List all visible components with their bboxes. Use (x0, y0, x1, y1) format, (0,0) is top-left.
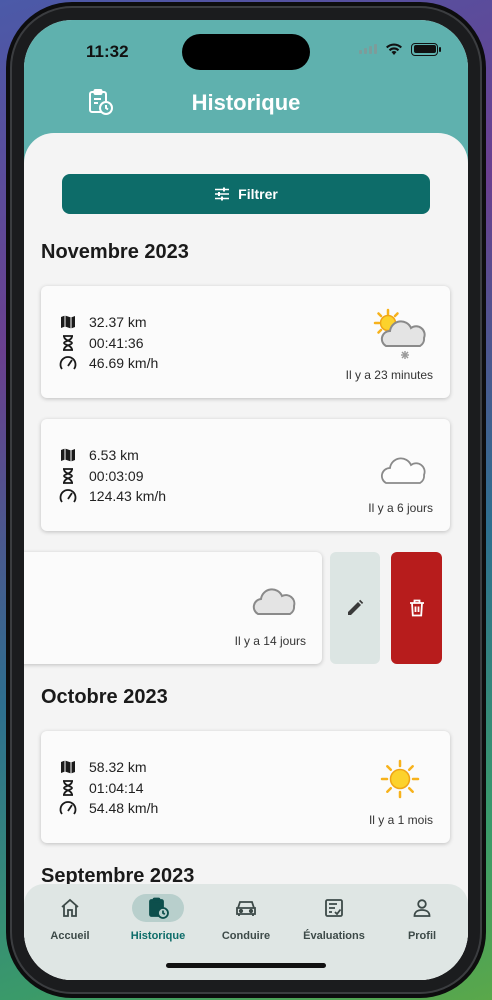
status-time: 11:32 (86, 42, 129, 61)
tune-icon (215, 187, 230, 201)
map-icon (59, 758, 77, 776)
dynamic-island (182, 34, 310, 70)
battery-icon (411, 42, 441, 56)
nav-item-historique[interactable]: Historique (114, 884, 202, 954)
trip-distance: 32.37 km (89, 314, 147, 331)
trip-duration: 01:04:14 (89, 779, 144, 796)
edit-trip-button[interactable] (330, 552, 380, 664)
filter-button[interactable]: Filtrer (62, 174, 430, 214)
nav-item-evaluations[interactable]: Évaluations (290, 884, 378, 954)
home-indicator[interactable] (166, 963, 326, 968)
wifi-icon (386, 43, 402, 55)
trip-card[interactable]: 32.37 km 00:41:36 46.69 km/h Il y a 23 m… (41, 286, 450, 398)
cellular-signal-icon (359, 44, 377, 54)
page-title: Historique (191, 90, 301, 115)
moon-cloud-icon (372, 437, 432, 492)
hourglass-icon (59, 334, 77, 352)
trip-distance: 58.32 km (89, 759, 147, 776)
trip-speed: 54.48 km/h (89, 800, 159, 817)
trip-distance: 6.53 km (89, 447, 139, 464)
nav-item-accueil[interactable]: Accueil (26, 884, 114, 954)
trip-card-swiped[interactable]: Il y a 14 jours (24, 552, 322, 664)
cloud-icon (248, 582, 298, 623)
trip-time-ago: Il y a 23 minutes (345, 368, 433, 382)
nav-item-profil[interactable]: Profil (378, 884, 466, 954)
trip-speed: 46.69 km/h (89, 355, 159, 372)
sun-cloud-snow-icon (370, 308, 430, 367)
filter-label: Filtrer (238, 186, 278, 202)
delete-icon (409, 599, 424, 617)
month-heading: Octobre 2023 (41, 686, 168, 708)
person-icon (396, 894, 448, 922)
map-icon (59, 313, 77, 331)
checklist-icon (308, 894, 360, 922)
nav-label: Conduire (221, 930, 271, 942)
speedometer-icon (59, 487, 77, 505)
delete-trip-button[interactable] (391, 552, 442, 664)
app-screen: 11:32 Historique Filtrer Novembre 2023 3… (24, 20, 468, 980)
trip-time-ago: Il y a 6 jours (368, 501, 433, 515)
hourglass-icon (59, 779, 77, 797)
clipboard-clock-icon (132, 894, 184, 922)
car-icon (220, 894, 272, 922)
month-heading: Novembre 2023 (41, 241, 189, 263)
trip-duration: 00:03:09 (89, 467, 144, 484)
nav-label: Historique (130, 930, 186, 942)
speedometer-icon (59, 799, 77, 817)
sun-icon (380, 759, 420, 804)
status-icons (359, 42, 441, 56)
trip-speed: 124.43 km/h (89, 488, 167, 505)
nav-label: Évaluations (303, 930, 365, 942)
nav-label: Accueil (50, 930, 90, 942)
trip-card[interactable]: 58.32 km 01:04:14 54.48 km/h Il y a 1 mo… (41, 731, 450, 843)
edit-icon (348, 599, 364, 615)
nav-label: Profil (407, 930, 437, 942)
map-icon (59, 446, 77, 464)
nav-item-conduire[interactable]: Conduire (202, 884, 290, 954)
speedometer-icon (59, 354, 77, 372)
hourglass-icon (59, 467, 77, 485)
trip-time-ago: Il y a 1 mois (368, 813, 433, 827)
history-content[interactable]: Filtrer Novembre 2023 32.37 km 00:41:36 (24, 133, 468, 980)
trip-card[interactable]: 6.53 km 00:03:09 124.43 km/h Il y a 6 jo… (41, 419, 450, 531)
home-icon (44, 894, 96, 922)
trip-duration: 00:41:36 (89, 334, 144, 351)
trip-time-ago: Il y a 14 jours (234, 634, 306, 648)
